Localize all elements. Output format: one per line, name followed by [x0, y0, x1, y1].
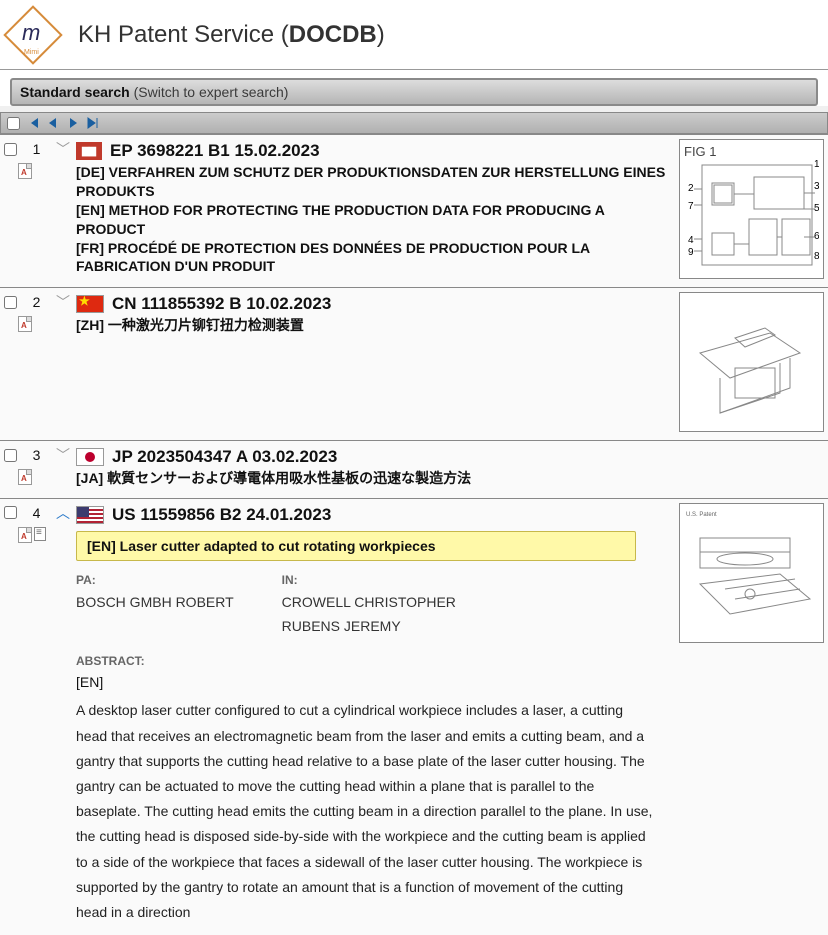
title-lang-tag: [DE]	[76, 164, 105, 180]
result-row-left: 2 ﹀	[4, 292, 70, 432]
publication-number: JP 2023504347 A 03.02.2023	[112, 447, 337, 467]
pdf-icon[interactable]	[18, 469, 32, 485]
title-lang-tag: [FR]	[76, 240, 104, 256]
result-row-main: CN 111855392 B 10.02.2023 [ZH] 一种激光刀片铆钉扭…	[70, 292, 675, 432]
result-titles: [ZH] 一种激光刀片铆钉扭力检测装置	[76, 316, 667, 335]
result-row: 2 ﹀ CN 111855392 B 10.02.2023 [ZH] 一种激光刀…	[0, 287, 828, 440]
result-titles: [JA] 軟質センサーおよび導電体用吸水性基板の迅速な製造方法	[76, 469, 816, 488]
pdf-icon[interactable]	[18, 163, 32, 179]
title-lang-tag: [EN]	[87, 538, 116, 554]
svg-text:3: 3	[814, 181, 819, 192]
expand-toggle-icon[interactable]: ﹀	[56, 445, 70, 465]
results-toolbar	[0, 112, 828, 134]
title-text: METHOD FOR PROTECTING THE PRODUCTION DAT…	[76, 202, 604, 237]
figure-label: FIG 1	[684, 144, 717, 159]
select-all-checkbox[interactable]	[7, 117, 20, 130]
title-text: Laser cutter adapted to cut rotating wor…	[116, 538, 436, 554]
result-row-main: ▇▇ EP 3698221 B1 15.02.2023 [DE] VERFAHR…	[70, 139, 675, 279]
app-logo: m Mimi	[8, 10, 58, 60]
result-row: 1 ﹀ ▇▇ EP 3698221 B1 15.02.2023 [DE] VER…	[0, 134, 828, 287]
publication-number: EP 3698221 B1 15.02.2023	[110, 141, 320, 161]
result-number: 4	[33, 505, 41, 521]
flag-cn-icon	[76, 295, 104, 313]
svg-text:1: 1	[814, 159, 819, 170]
title-lang-tag: [JA]	[76, 470, 103, 486]
flag-jp-icon	[76, 448, 104, 466]
app-title: KH Patent Service (DOCDB)	[78, 21, 385, 49]
result-checkbox[interactable]	[4, 449, 17, 462]
result-row: 3 ﹀ JP 2023504347 A 03.02.2023 [JA] 軟質セン…	[0, 440, 828, 498]
result-thumbnail: FIG 1 1 2 3 7 5 6 4 8 9	[679, 139, 824, 279]
highlighted-title: [EN] Laser cutter adapted to cut rotatin…	[76, 531, 636, 561]
applicant-value: BOSCH GMBH ROBERT	[76, 591, 234, 615]
result-thumbnail: U.S. Patent	[679, 503, 824, 643]
prev-page-icon[interactable]	[46, 116, 60, 130]
flag-us-icon	[76, 506, 104, 524]
publication-line[interactable]: CN 111855392 B 10.02.2023	[76, 294, 667, 314]
abstract-lang: [EN]	[76, 674, 667, 690]
result-number: 3	[33, 447, 41, 463]
publication-line[interactable]: US 11559856 B2 24.01.2023	[76, 505, 667, 525]
result-row-left: 4 ︿	[4, 503, 70, 927]
expand-toggle-icon[interactable]: ﹀	[56, 292, 70, 312]
publication-number: US 11559856 B2 24.01.2023	[112, 505, 331, 525]
svg-text:7: 7	[688, 201, 694, 212]
last-page-icon[interactable]	[86, 116, 100, 130]
first-page-icon[interactable]	[26, 116, 40, 130]
result-titles: [DE] VERFAHREN ZUM SCHUTZ DER PRODUKTION…	[76, 163, 667, 276]
title-text: 一种激光刀片铆钉扭力检测装置	[104, 317, 304, 333]
inventor-value: CROWELL CHRISTOPHERRUBENS JEREMY	[282, 591, 456, 639]
document-icon[interactable]	[34, 527, 46, 541]
publication-number: CN 111855392 B 10.02.2023	[112, 294, 331, 314]
search-mode-bar[interactable]: Standard search (Switch to expert search…	[10, 78, 818, 106]
svg-text:U.S. Patent: U.S. Patent	[686, 512, 717, 518]
app-header: m Mimi KH Patent Service (DOCDB)	[0, 0, 828, 70]
search-mode-wrap: Standard search (Switch to expert search…	[0, 70, 828, 106]
abstract-label: ABSTRACT:	[76, 654, 667, 668]
result-checkbox[interactable]	[4, 143, 17, 156]
applicant-label: PA:	[76, 573, 234, 587]
svg-text:8: 8	[814, 251, 819, 262]
svg-text:6: 6	[814, 231, 819, 242]
result-number: 2	[33, 294, 41, 310]
title-lang-tag: [ZH]	[76, 317, 104, 333]
title-text: 軟質センサーおよび導電体用吸水性基板の迅速な製造方法	[103, 470, 471, 486]
status-badge-icon: ▇▇	[76, 142, 102, 160]
svg-text:9: 9	[688, 247, 694, 258]
svg-text:5: 5	[814, 203, 819, 214]
inventor-label: IN:	[282, 573, 456, 587]
next-page-icon[interactable]	[66, 116, 80, 130]
title-lang-tag: [EN]	[76, 202, 105, 218]
biblio-columns: PA: BOSCH GMBH ROBERT IN: CROWELL CHRIST…	[76, 573, 667, 639]
result-row-main: US 11559856 B2 24.01.2023 [EN] Laser cut…	[70, 503, 675, 927]
pdf-icon[interactable]	[18, 316, 32, 332]
result-checkbox[interactable]	[4, 506, 17, 519]
result-row-left: 1 ﹀	[4, 139, 70, 279]
result-row-left: 3 ﹀	[4, 445, 70, 490]
pdf-icon[interactable]	[18, 527, 32, 543]
svg-text:2: 2	[688, 183, 694, 194]
publication-line[interactable]: ▇▇ EP 3698221 B1 15.02.2023	[76, 141, 667, 161]
result-checkbox[interactable]	[4, 296, 17, 309]
svg-text:4: 4	[688, 235, 694, 246]
title-text: PROCÉDÉ DE PROTECTION DES DONNÉES DE PRO…	[76, 240, 590, 275]
expand-toggle-icon[interactable]: ﹀	[56, 139, 70, 159]
result-thumbnail	[679, 292, 824, 432]
publication-line[interactable]: JP 2023504347 A 03.02.2023	[76, 447, 816, 467]
search-mode-label: Standard search	[20, 84, 130, 100]
abstract-text: A desktop laser cutter configured to cut…	[76, 698, 656, 925]
results-list: 1 ﹀ ▇▇ EP 3698221 B1 15.02.2023 [DE] VER…	[0, 134, 828, 935]
expand-toggle-icon[interactable]: ︿	[56, 503, 70, 523]
result-number: 1	[33, 141, 41, 157]
title-text: VERFAHREN ZUM SCHUTZ DER PRODUKTIONSDATE…	[76, 164, 665, 199]
switch-to-expert-link[interactable]: (Switch to expert search)	[130, 84, 289, 100]
result-row-main: JP 2023504347 A 03.02.2023 [JA] 軟質センサーおよ…	[70, 445, 824, 490]
result-row: 4 ︿ US 11559856 B2 24.01.2023 [EN] Laser…	[0, 498, 828, 935]
